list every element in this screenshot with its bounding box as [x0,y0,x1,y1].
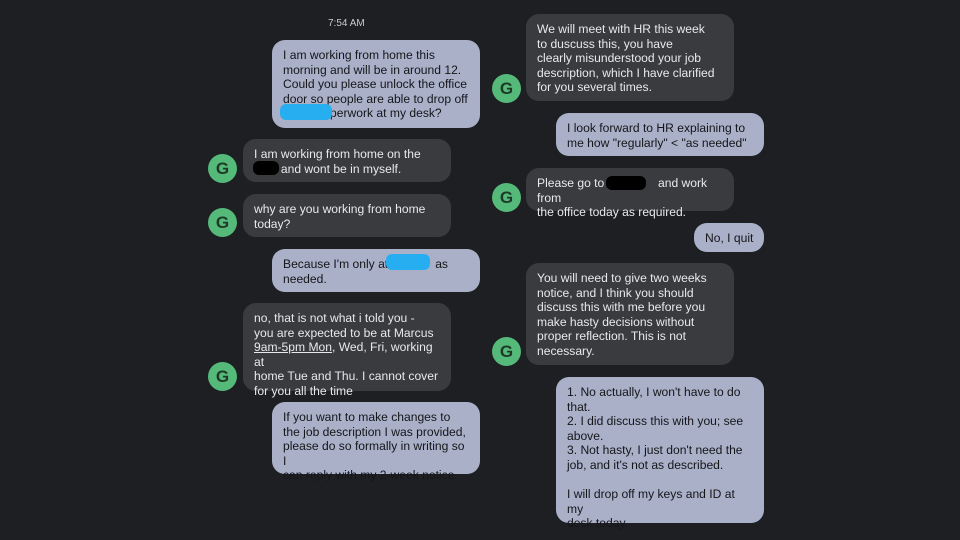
sent-message-bubble[interactable]: I look forward to HR explaining to me ho… [556,113,764,156]
conversation-panel-right: G We will meet with HR this week to dusc… [488,0,960,540]
contact-avatar[interactable]: G [208,362,237,391]
conversation-panel-left: 7:54 AM I am working from home this morn… [0,0,488,540]
message-line: 9am-5pm Mon, Wed, Fri, working at [254,340,441,369]
redaction-mark [606,176,646,190]
sent-message-bubble[interactable]: If you want to make changes to the job d… [272,402,480,482]
redaction-mark [280,104,332,120]
received-message-bubble[interactable]: You will need to give two weeks notice, … [526,263,734,365]
received-message-bubble[interactable]: We will meet with HR this week to duscus… [526,14,734,101]
sent-message-bubble[interactable]: No, I quit [694,223,764,252]
contact-avatar[interactable]: G [492,337,521,366]
message-timestamp: 7:54 AM [328,18,365,29]
contact-avatar[interactable]: G [208,154,237,183]
sent-message-bubble[interactable]: Because I'm only at as needed. [272,249,480,292]
message-line: you are expected to be at Marcus [254,325,434,340]
sent-message-bubble[interactable]: 1. No actually, I won't have to do that.… [556,377,764,530]
contact-avatar[interactable]: G [208,208,237,237]
contact-avatar[interactable]: G [492,74,521,103]
message-line: no, that is not what i told you - [254,311,415,325]
redaction-mark [253,161,279,175]
message-line: home Tue and Thu. I cannot cover [254,369,438,384]
contact-avatar[interactable]: G [492,183,521,212]
received-message-bubble[interactable]: why are you working from home today? [243,194,451,237]
message-line: for you all the time [254,383,353,398]
redaction-mark [386,254,430,270]
schedule-link[interactable]: 9am-5pm Mon [254,340,332,354]
received-message-bubble[interactable]: no, that is not what i told you - you ar… [243,303,451,398]
